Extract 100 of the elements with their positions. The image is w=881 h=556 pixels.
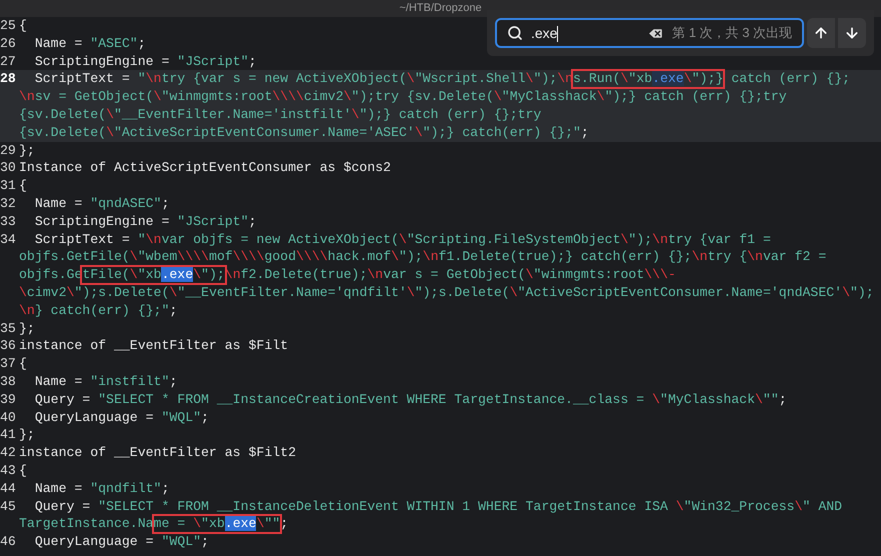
string-literal: ");} catch (err) {};try [604, 88, 787, 106]
string-literal: hack.mof [328, 248, 391, 266]
previous-match-button[interactable] [807, 18, 836, 48]
escape-sequence: \ [684, 71, 692, 86]
string-literal: "qndfilt" [90, 480, 162, 498]
line-number: 39 [0, 390, 17, 409]
string-literal: " [138, 70, 146, 88]
line-number: 26 [0, 34, 17, 53]
code-text: }; [19, 142, 35, 160]
string-literal: "xb [628, 71, 652, 86]
escape-sequence: \n [146, 230, 162, 248]
next-match-button[interactable] [838, 18, 866, 48]
line-number: 32 [0, 194, 17, 213]
escape-sequence: \ [414, 124, 423, 142]
string-literal: "WQL" [161, 408, 202, 426]
escape-sequence: \ [406, 70, 415, 88]
code-text: { [19, 17, 27, 35]
code-text: QueryLanguage = [34, 408, 155, 426]
code-text: instance of __EventFilter as $Filt2 [19, 444, 296, 462]
escape-sequence: \ [755, 390, 763, 409]
string-literal: cimv2 [304, 88, 344, 106]
string-literal: "); [533, 70, 558, 88]
string-literal: ");s.Delete( [74, 284, 170, 302]
code-text: ; [778, 390, 787, 409]
string-literal: "__EventFilter.Name='instfilt' [114, 106, 352, 124]
line-number: 36 [0, 337, 17, 356]
code-text: ; [161, 480, 170, 498]
escape-sequence: \ [351, 106, 360, 124]
string-literal: ");} [692, 71, 724, 86]
code-text: { [19, 355, 27, 373]
code-text: Name = [34, 480, 84, 498]
string-literal: catch (err) {}; [730, 70, 850, 88]
string-literal: "); [850, 284, 874, 302]
string-literal: objfs.Ge [19, 266, 82, 284]
code-text: instance of __EventFilter as $Filt [19, 337, 288, 356]
line-number: 25 [0, 17, 17, 35]
string-literal: ");try {sv.Delete( [351, 88, 494, 106]
escape-sequence: \ [526, 266, 534, 284]
line-number: 44 [0, 480, 17, 498]
escape-sequence: \ [130, 248, 138, 266]
up-arrow-icon [813, 25, 830, 41]
code-text: ; [280, 515, 288, 534]
string-literal: "ActiveScriptEventConsumer.Name='ASEC' [114, 124, 415, 142]
escape-sequence: \ [193, 516, 202, 532]
escape-sequence: \n [692, 248, 708, 266]
string-literal: "MyClasshack [502, 88, 597, 106]
escape-sequence: \ [526, 70, 534, 88]
search-text: .exe [531, 24, 560, 44]
string-literal: " [138, 230, 146, 248]
string-literal: cimv2 [26, 284, 66, 302]
string-literal: "Scripting.FileSystemObject [406, 230, 620, 248]
search-field[interactable]: .exe 第 1 次，共 3 次出现 [495, 18, 804, 48]
string-literal: ");} catch (err) {};try [359, 106, 542, 124]
escape-sequence: \n [652, 230, 668, 248]
escape-sequence: \ [106, 124, 114, 142]
string-literal: "Wscript.Shell [414, 70, 526, 88]
code-text: ; [161, 194, 170, 213]
escape-sequence: \ [390, 248, 399, 266]
escape-sequence: \n [146, 70, 162, 88]
string-literal: ");s.Delete( [414, 284, 510, 302]
line-number: 28 [0, 70, 17, 88]
string-literal: "wbem [138, 248, 178, 266]
code-text: Name = [34, 372, 84, 391]
search-match: .exe [224, 516, 256, 532]
code-text: Name = [34, 194, 84, 213]
string-literal: "qndASEC" [90, 194, 162, 213]
string-literal: " AND [802, 498, 842, 516]
escape-sequence: \ [620, 230, 628, 248]
escape-sequence: \\\- [644, 266, 676, 284]
escape-sequence: \ [193, 267, 202, 282]
string-literal: "MyClasshack [660, 390, 755, 409]
string-literal: var s = GetObject( [383, 266, 526, 284]
string-literal: mof [208, 248, 233, 266]
line-number: 31 [0, 177, 17, 195]
code-text: ; [138, 34, 146, 53]
escape-sequence: \ [344, 88, 352, 106]
string-literal: "JScript" [177, 52, 249, 70]
line-number: 29 [0, 142, 17, 160]
string-literal: "); [398, 248, 423, 266]
code-text: ScriptingEngine = [34, 52, 170, 70]
line-number: 34 [0, 230, 17, 249]
escape-sequence: \ [398, 230, 407, 248]
string-literal: TargetInstance.Na [19, 515, 154, 534]
line-number: 46 [0, 533, 17, 551]
string-literal: "instfilt" [90, 372, 170, 391]
code-text: Query = [34, 498, 92, 516]
string-literal: f1.Delete(true);} catch(err) {}; [438, 248, 692, 266]
string-literal: good [264, 248, 296, 266]
line-number: 33 [0, 212, 17, 231]
line-number: 27 [0, 52, 17, 70]
string-literal: "WQL" [161, 533, 202, 551]
escape-sequence: \ [842, 284, 850, 302]
string-literal: s.Run( [573, 71, 620, 86]
code-text: { [19, 462, 27, 480]
code-text: ScriptingEngine = [34, 212, 170, 231]
code-text: ScriptText = [34, 70, 131, 88]
code-text: ; [201, 408, 209, 426]
escape-sequence: \ [66, 284, 74, 302]
escape-sequence: \ [130, 267, 138, 282]
line-number: 40 [0, 408, 17, 426]
